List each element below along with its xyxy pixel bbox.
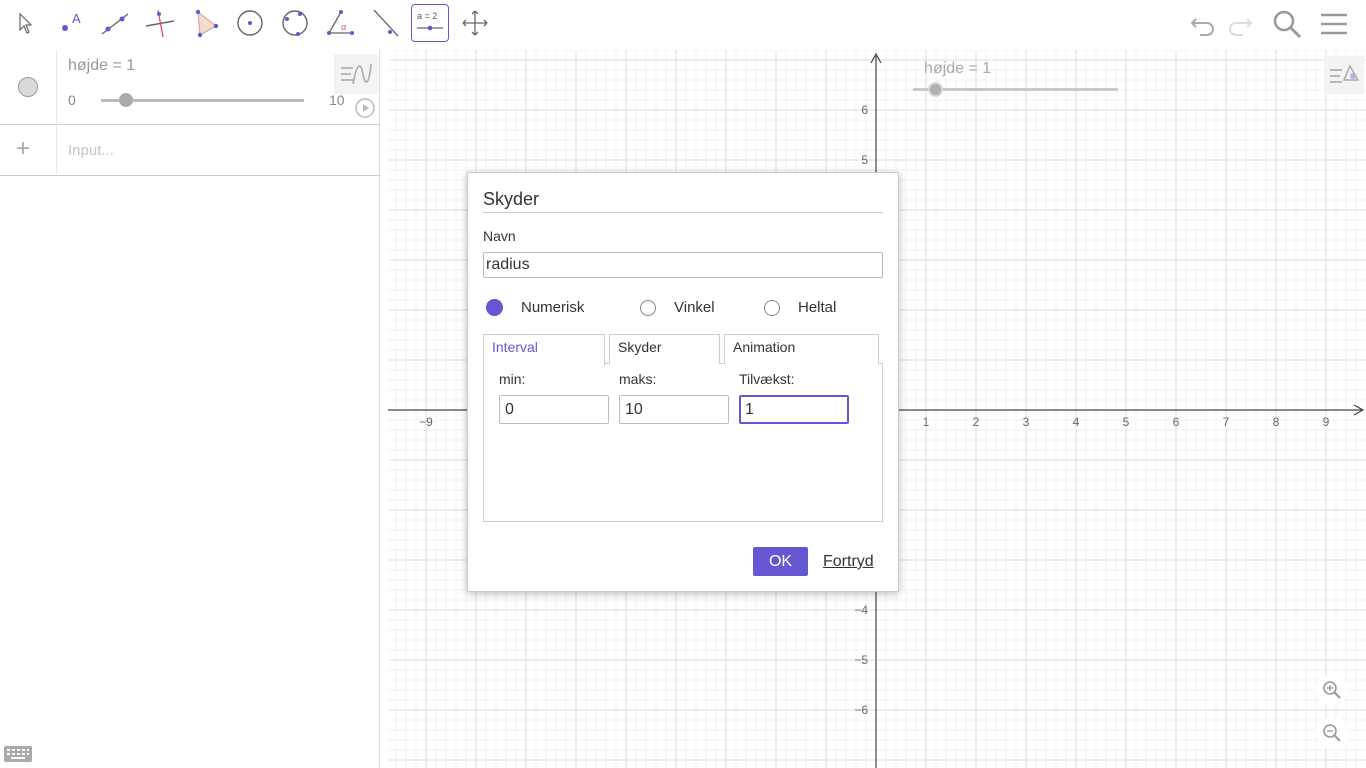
y-tick-label: −5: [854, 653, 868, 667]
x-tick-label: 1: [923, 415, 930, 429]
min-label: min:: [499, 371, 526, 387]
max-input[interactable]: [619, 395, 729, 424]
radio-angle[interactable]: Vinkel: [640, 299, 715, 316]
style-bar-icon: [1330, 64, 1360, 83]
angle-tool-button[interactable]: α: [321, 4, 359, 42]
radio-integer[interactable]: Heltal: [764, 299, 836, 316]
zoom-in-icon: [1323, 681, 1341, 699]
move-tool-button[interactable]: [6, 4, 44, 42]
algebra-view: højde = 1 0 10 + Input...: [0, 50, 380, 768]
polygon-icon: [195, 9, 219, 38]
svg-text:α: α: [341, 22, 346, 32]
max-label: maks:: [619, 371, 657, 387]
x-tick-label: 6: [1173, 415, 1180, 429]
x-tick-label: 3: [1023, 415, 1030, 429]
angle-icon: α: [327, 10, 354, 35]
perpendicular-line-tool-button[interactable]: [141, 4, 179, 42]
polygon-tool-button[interactable]: [186, 4, 224, 42]
zoom-out-icon: [1323, 724, 1341, 742]
svg-text:A: A: [72, 11, 81, 26]
toolbar: A α a = 2: [0, 0, 1366, 50]
slider-icon: a = 2: [417, 11, 443, 31]
zoom-in-button[interactable]: [1316, 674, 1348, 706]
radio-angle-dot[interactable]: [640, 299, 656, 316]
algebra-input[interactable]: Input...: [68, 142, 114, 159]
graphics-slider-label[interactable]: højde = 1: [924, 60, 991, 78]
graphics-style-button[interactable]: [1324, 56, 1364, 94]
search-button[interactable]: [1269, 6, 1305, 42]
dialog-title: Skyder: [483, 189, 540, 209]
arrow-pointer-icon: [19, 12, 33, 34]
point-icon: A: [62, 11, 81, 31]
perpendicular-icon: [145, 9, 175, 38]
tab-slider[interactable]: Skyder: [609, 334, 720, 364]
y-tick-label: −4: [854, 603, 868, 617]
radio-angle-label: Vinkel: [674, 299, 715, 316]
radio-integer-label: Heltal: [798, 299, 837, 316]
x-tick-label: 8: [1273, 415, 1280, 429]
slider-max-label: 10: [329, 92, 345, 108]
increment-input[interactable]: [739, 395, 849, 424]
slider-thumb[interactable]: [119, 93, 134, 107]
algebra-input-row[interactable]: + Input...: [0, 125, 380, 176]
graph-style-icon: [341, 63, 372, 85]
x-tick-label: 9: [1323, 415, 1330, 429]
tab-panel: [483, 363, 883, 522]
x-tick-label: 5: [1123, 415, 1130, 429]
reflect-tool-button[interactable]: [366, 4, 404, 42]
slider-tool-button[interactable]: a = 2: [411, 4, 449, 42]
slider-min-label: 0: [68, 92, 76, 108]
circle-icon: [237, 10, 263, 36]
undo-button[interactable]: [1185, 6, 1221, 42]
move-graphics-view-tool-button[interactable]: [456, 4, 494, 42]
y-tick-label: −6: [854, 703, 868, 717]
radio-numeric[interactable]: Numerisk: [486, 299, 584, 316]
graphics-slider-track[interactable]: [913, 88, 1118, 91]
zoom-out-button[interactable]: [1316, 717, 1348, 749]
name-label: Navn: [483, 228, 516, 244]
ellipse-icon: [282, 10, 308, 36]
menu-icon: [1321, 13, 1347, 35]
visibility-toggle[interactable]: [18, 77, 38, 97]
algebra-slider-row[interactable]: højde = 1 0 10: [0, 50, 380, 125]
ok-button[interactable]: OK: [753, 547, 808, 576]
graphing-style-button[interactable]: [334, 54, 378, 94]
radio-numeric-label: Numerisk: [521, 299, 585, 316]
menu-button[interactable]: [1316, 6, 1352, 42]
plus-icon[interactable]: +: [16, 135, 30, 163]
circle-tool-button[interactable]: [231, 4, 269, 42]
cancel-button[interactable]: Fortryd: [823, 553, 874, 571]
slider-dialog: Skyder Navn Numerisk Vinkel Heltal Inter…: [467, 172, 899, 592]
reflect-icon: [373, 9, 399, 37]
min-input[interactable]: [499, 395, 609, 424]
graphics-slider-thumb[interactable]: [928, 82, 943, 97]
tab-interval[interactable]: Interval: [483, 334, 605, 366]
dialog-title-divider: [483, 212, 883, 213]
redo-icon: [1229, 18, 1253, 36]
line-icon: [101, 13, 129, 35]
slider-definition[interactable]: højde = 1: [68, 57, 135, 75]
tab-animation[interactable]: Animation: [724, 334, 879, 364]
ellipse-tool-button[interactable]: [276, 4, 314, 42]
search-icon: [1273, 10, 1302, 39]
x-tick-label: 7: [1223, 415, 1230, 429]
y-tick-label: 6: [861, 103, 868, 117]
x-tick-label: 2: [973, 415, 980, 429]
play-icon[interactable]: [354, 97, 376, 119]
radio-numeric-dot[interactable]: [486, 299, 503, 316]
increment-label: Tilvækst:: [739, 371, 795, 387]
x-tick-label: −9: [419, 415, 433, 429]
radio-integer-dot[interactable]: [764, 299, 780, 316]
y-tick-label: 5: [861, 153, 868, 167]
svg-text:a = 2: a = 2: [417, 11, 437, 21]
point-tool-button[interactable]: A: [51, 4, 89, 42]
x-tick-label: 4: [1073, 415, 1080, 429]
undo-icon: [1190, 18, 1214, 36]
line-tool-button[interactable]: [96, 4, 134, 42]
redo-button[interactable]: [1222, 6, 1258, 42]
move-arrows-icon: [462, 10, 488, 36]
keyboard-icon[interactable]: [3, 744, 33, 764]
name-input[interactable]: [483, 252, 883, 278]
